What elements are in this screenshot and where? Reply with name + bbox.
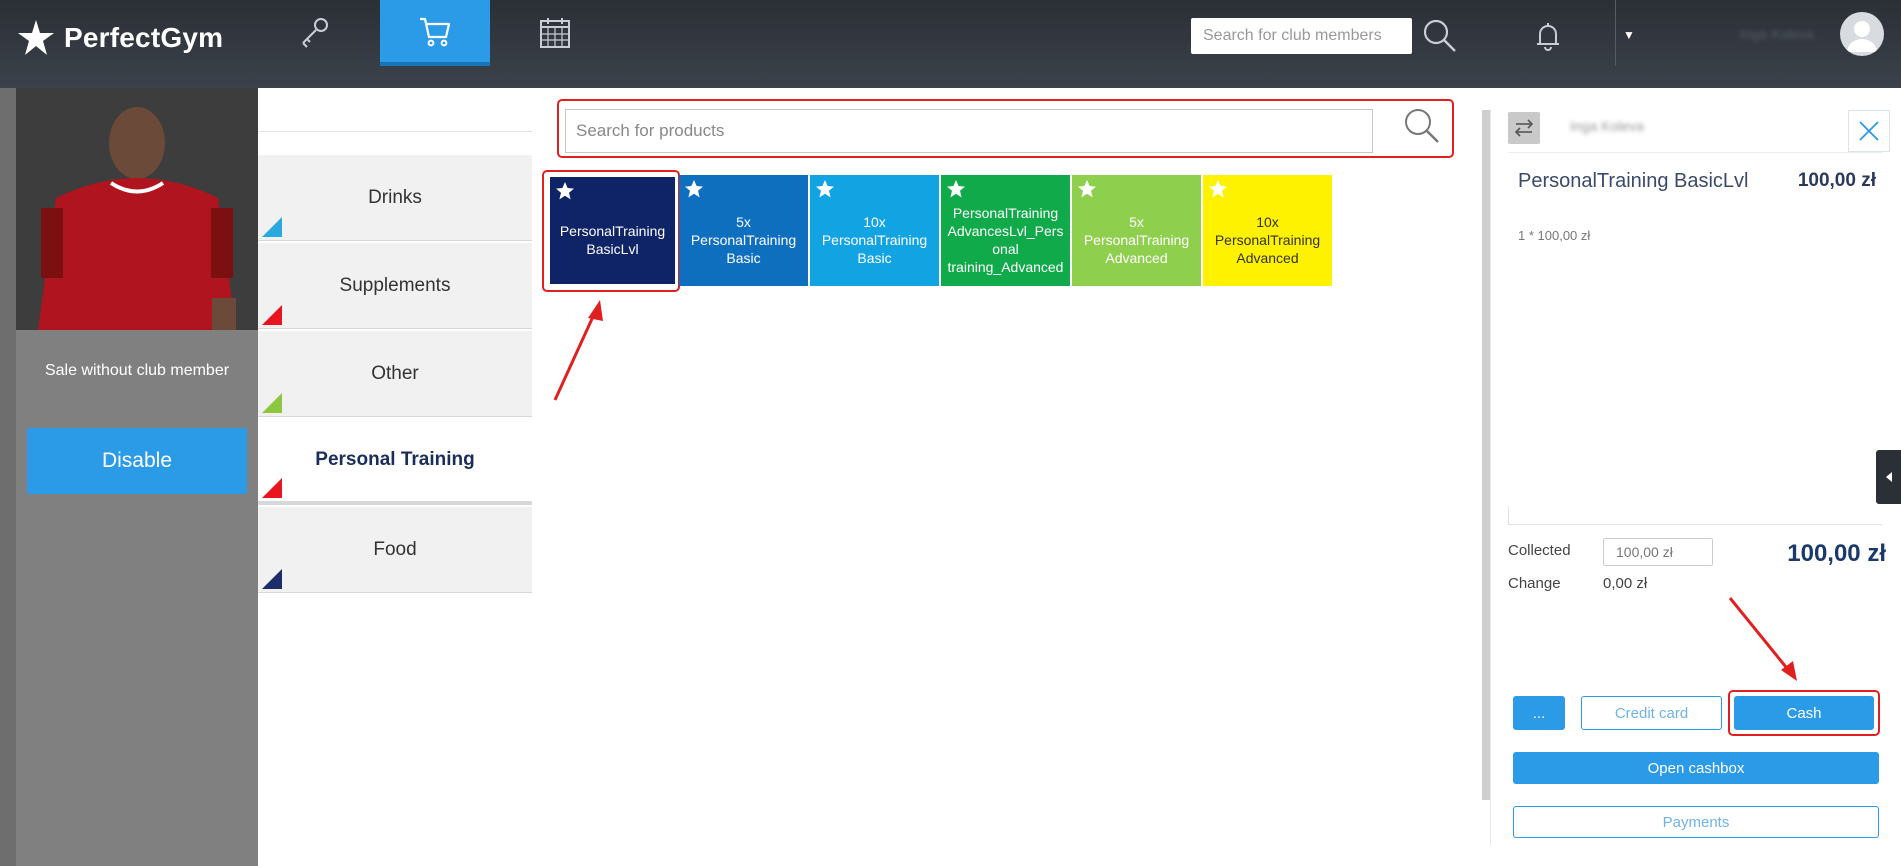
category-color-marker <box>262 305 282 325</box>
category-label: Personal Training <box>315 449 475 470</box>
product-label: PersonalTraining AdvancesLvl_Personal tr… <box>947 204 1064 275</box>
panel-scrollbar[interactable] <box>1482 110 1490 800</box>
selected-product-highlight <box>542 170 680 292</box>
bell-icon[interactable] <box>1528 16 1568 56</box>
cash-button-highlight <box>1728 690 1880 736</box>
product-tile[interactable]: PersonalTraining AdvancesLvl_Personal tr… <box>941 175 1070 286</box>
user-avatar-icon <box>1847 21 1877 52</box>
favorite-star-icon[interactable] <box>946 179 966 199</box>
cart-item-quantity: 1 * 100,00 zł <box>1518 228 1591 243</box>
open-cashbox-button[interactable]: Open cashbox <box>1513 752 1879 784</box>
collected-label: Collected <box>1508 542 1571 559</box>
cart-client-name: Inga Koleva <box>1570 118 1644 134</box>
key-icon <box>302 18 328 48</box>
disable-button[interactable]: Disable <box>27 428 247 494</box>
collected-amount-input[interactable] <box>1603 538 1713 566</box>
member-panel: Sale without club member Disable <box>16 88 258 866</box>
product-search-input[interactable] <box>565 109 1373 153</box>
cart-list-corner <box>1508 506 1518 524</box>
cart-divider <box>1508 152 1882 153</box>
change-label: Change <box>1508 575 1561 592</box>
cart-item-name[interactable]: PersonalTraining BasicLvl <box>1518 170 1748 193</box>
category-supplements[interactable]: Supplements <box>258 243 532 329</box>
product-label: 5x PersonalTraining Basic <box>690 213 797 266</box>
categories-top-line <box>258 131 532 132</box>
chevron-down-icon[interactable]: ▼ <box>1623 28 1635 42</box>
product-tile[interactable]: 5x PersonalTraining Basic <box>679 175 808 286</box>
search-icon[interactable] <box>1420 16 1460 56</box>
perfectgym-logo[interactable]: PerfectGym <box>16 18 223 58</box>
product-label: 10x PersonalTraining Basic <box>821 213 928 266</box>
swap-client-button[interactable] <box>1508 112 1540 144</box>
nav-calendar[interactable] <box>500 0 610 66</box>
credit-card-button[interactable]: Credit card <box>1581 696 1722 730</box>
category-label: Drinks <box>368 186 422 208</box>
close-cart-button[interactable] <box>1848 110 1890 152</box>
category-other[interactable]: Other <box>258 331 532 417</box>
nav-keys[interactable] <box>258 0 368 66</box>
logo-star-icon <box>18 20 54 55</box>
collapse-panel-tab[interactable] <box>1876 450 1901 504</box>
swap-arrows-icon <box>1514 119 1534 137</box>
favorite-star-icon[interactable] <box>684 179 704 199</box>
product-label: 10x PersonalTraining Advanced <box>1214 213 1321 266</box>
logo-text: PerfectGym <box>64 22 224 53</box>
category-color-marker <box>262 569 282 589</box>
sale-without-member-label: Sale without club member <box>44 362 230 379</box>
product-tile[interactable]: 10x PersonalTraining Advanced <box>1203 175 1332 286</box>
search-icon[interactable] <box>1402 106 1442 146</box>
category-food[interactable]: Food <box>258 507 532 593</box>
category-label: Other <box>371 362 419 384</box>
calendar-icon <box>540 18 570 48</box>
member-photo <box>16 88 258 330</box>
change-value: 0,00 zł <box>1603 575 1648 592</box>
payments-button[interactable]: Payments <box>1513 806 1879 838</box>
category-color-marker <box>262 217 282 237</box>
product-tile[interactable]: 10x PersonalTraining Basic <box>810 175 939 286</box>
top-bar: PerfectGym Search for club members ▼ Ing… <box>0 0 1901 88</box>
category-drinks[interactable]: Drinks <box>258 155 532 241</box>
close-icon <box>1859 121 1879 141</box>
category-label: Supplements <box>339 274 451 296</box>
favorite-star-icon[interactable] <box>1077 179 1097 199</box>
favorite-star-icon[interactable] <box>815 179 835 199</box>
cart-list-bottom <box>1508 524 1882 525</box>
product-tile[interactable]: 5x PersonalTraining Advanced <box>1072 175 1201 286</box>
category-personal-training[interactable]: Personal Training <box>258 419 532 505</box>
cart-total: 100,00 zł <box>1787 540 1886 567</box>
club-member-search-input[interactable] <box>1191 18 1412 54</box>
avatar[interactable] <box>1840 12 1884 56</box>
product-label: 5x PersonalTraining Advanced <box>1083 213 1190 266</box>
chevron-left-icon <box>1886 472 1892 482</box>
cart-item-price: 100,00 zł <box>1797 170 1876 191</box>
category-color-marker <box>262 478 282 498</box>
nav-shop[interactable] <box>380 0 490 66</box>
user-name[interactable]: Inga Koleva <box>1740 26 1814 42</box>
cart-icon <box>420 17 451 47</box>
category-label: Food <box>373 538 417 560</box>
athlete-image <box>16 88 258 330</box>
more-payment-options-button[interactable]: ... <box>1513 696 1565 730</box>
favorite-star-icon[interactable] <box>1208 179 1228 199</box>
header-divider <box>1615 0 1616 66</box>
category-color-marker <box>262 393 282 413</box>
